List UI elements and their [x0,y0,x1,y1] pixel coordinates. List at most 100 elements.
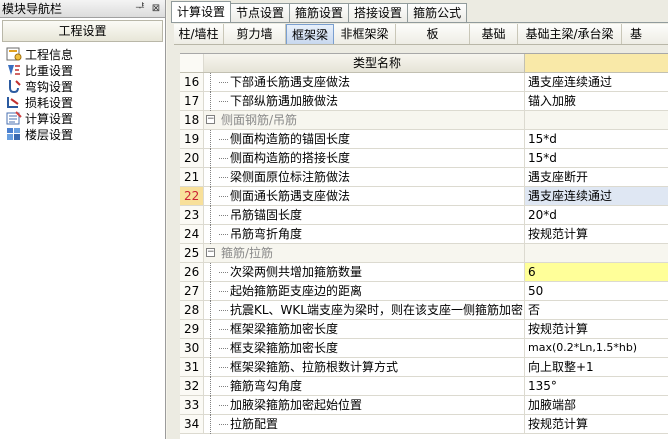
tree-line [204,149,218,168]
type-name-cell: 框架梁箍筋加密长度 [218,320,525,338]
row-number: 18 [180,111,204,129]
value-cell[interactable]: 向上取整+1 [525,358,668,376]
table-row[interactable]: 24 吊筋弯折角度 按规范计算 [180,225,668,244]
nav-item-calc[interactable]: 计算设置 [6,110,165,126]
tree-node-cell: − [204,244,218,262]
tree-line [204,396,218,415]
row-number: 22 [180,187,204,205]
value-cell[interactable]: 15*d [525,130,668,148]
collapse-icon[interactable]: − [206,115,215,124]
table-row[interactable]: 20 侧面构造筋的搭接长度 15*d [180,149,668,168]
value-cell[interactable]: 按规范计算 [525,415,668,433]
row-number: 32 [180,377,204,395]
table-row[interactable]: 31 框架梁箍筋、拉筋根数计算方式 向上取整+1 [180,358,668,377]
subtab-frame-beam[interactable]: 框架梁 [286,24,334,44]
table-row[interactable]: 19 侧面构造筋的锚固长度 15*d [180,130,668,149]
table-row[interactable]: 23 吊筋锚固长度 20*d [180,206,668,225]
pin-icon[interactable]: ᆤ [133,2,147,16]
value-cell[interactable]: 遇支座连续通过 [525,73,668,91]
table-row[interactable]: 17 下部纵筋遇加腋做法 锚入加腋 [180,92,668,111]
type-name-cell: 侧面构造筋的搭接长度 [218,149,525,167]
nav-panel-header: 模块导航栏 ᆤ ⊠ [0,0,165,18]
tab-strip-divider [171,22,668,23]
tab-stirrup-settings[interactable]: 箍筋设置 [289,3,350,22]
row-number: 28 [180,301,204,319]
tab-stirrup-formula[interactable]: 箍筋公式 [407,3,468,22]
tree-line [204,301,218,320]
table-row[interactable]: 16 下部通长筋遇支座做法 遇支座连续通过 [180,73,668,92]
tree-line [204,339,218,358]
type-name-cell: 拉筋配置 [218,415,525,433]
tab-calc-settings[interactable]: 计算设置 [171,1,232,22]
group-name-cell: 箍筋/拉筋 [218,244,525,262]
nav-item-label: 楼层设置 [25,127,74,142]
table-row[interactable]: 26 次梁两侧共增加箍筋数量 6 [180,263,668,282]
nav-item-floor[interactable]: 楼层设置 [6,126,165,142]
subtab-foundation-main-beam[interactable]: 基础主梁/承台梁 [518,24,622,44]
type-name-cell: 侧面通长筋遇支座做法 [218,187,525,205]
value-cell[interactable]: 135° [525,377,668,395]
table-row[interactable]: 29 框架梁箍筋加密长度 按规范计算 [180,320,668,339]
type-name-cell: 箍筋弯勾角度 [218,377,525,395]
table-row[interactable]: 27 起始箍筋距支座边的距离 50 [180,282,668,301]
value-cell[interactable]: 按规范计算 [525,320,668,338]
module-navigation-panel: 模块导航栏 ᆤ ⊠ 工程设置 工程信息 比重设置 弯钩设置 损耗设置 计算设置 … [0,0,166,439]
table-row[interactable]: 22 侧面通长筋遇支座做法 遇支座连续通过 [180,187,668,206]
subtab-non-frame-beam[interactable]: 非框架梁 [334,24,396,44]
subtab-shear-wall[interactable]: 剪力墙 [224,24,286,44]
nav-item-loss[interactable]: 损耗设置 [6,94,165,110]
nav-section-button[interactable]: 工程设置 [2,20,163,42]
value-cell[interactable]: max(0.2*Ln,1.5*hb) [525,339,668,357]
table-row[interactable]: 21 梁侧面原位标注筋做法 遇支座断开 [180,168,668,187]
tree-line [204,225,218,244]
type-name-cell: 框支梁箍筋加密长度 [218,339,525,357]
tree-node-cell: − [204,111,218,129]
row-number: 25 [180,244,204,262]
table-row[interactable]: 28 抗震KL、WKL端支座为梁时，则在该支座一侧箍筋加密否 [180,301,668,320]
calc-icon [6,111,22,125]
tab-node-settings[interactable]: 节点设置 [230,3,291,22]
nav-item-weight[interactable]: 比重设置 [6,62,165,78]
table-row[interactable]: 34 拉筋配置 按规范计算 [180,415,668,434]
row-number: 34 [180,415,204,433]
collapse-icon[interactable]: − [206,248,215,257]
nav-item-label: 损耗设置 [25,95,74,110]
column-header-type-name: 类型名称 [218,54,525,72]
table-row[interactable]: 30 框支梁箍筋加密长度 max(0.2*Ln,1.5*hb) [180,339,668,358]
subtab-slab[interactable]: 板 [396,24,470,44]
tree-line [204,377,218,396]
subtab-column-wallcolumn[interactable]: 柱/墙柱 [174,24,224,44]
value-cell[interactable]: 15*d [525,149,668,167]
nav-item-hook[interactable]: 弯钩设置 [6,78,165,94]
value-cell[interactable]: 加腋端部 [525,396,668,414]
subtab-foundation[interactable]: 基础 [470,24,518,44]
row-number: 33 [180,396,204,414]
close-icon[interactable]: ⊠ [149,2,163,16]
value-cell[interactable]: 6 [525,263,668,281]
table-row[interactable]: 33 加腋梁箍筋加密起始位置 加腋端部 [180,396,668,415]
grid-rows: 16 下部通长筋遇支座做法 遇支座连续通过 17 下部纵筋遇加腋做法 锚入加腋 18− 侧面钢… [180,73,668,434]
tree-line [204,187,218,206]
row-number: 30 [180,339,204,357]
value-cell[interactable]: 50 [525,282,668,300]
tree-line [204,206,218,225]
nav-item-project-info[interactable]: 工程信息 [6,46,165,62]
value-cell[interactable]: 20*d [525,206,668,224]
tab-lap-settings[interactable]: 搭接设置 [348,3,409,22]
value-cell[interactable]: 遇支座断开 [525,168,668,186]
table-row[interactable]: 32 箍筋弯勾角度 135° [180,377,668,396]
type-name-cell: 抗震KL、WKL端支座为梁时，则在该支座一侧箍筋加密 [218,301,525,319]
nav-item-label: 比重设置 [25,63,74,78]
component-subtab-bar: 柱/墙柱 剪力墙 框架梁 非框架梁 板 基础 基础主梁/承台梁 基 [174,24,668,45]
type-name-cell: 下部纵筋遇加腋做法 [218,92,525,110]
tree-line [204,282,218,301]
value-cell[interactable]: 锚入加腋 [525,92,668,110]
subtab-truncated[interactable]: 基 [622,24,668,44]
value-cell[interactable]: 按规范计算 [525,225,668,243]
group-row[interactable]: 18− 侧面钢筋/吊筋 [180,111,668,130]
type-name-cell: 下部通长筋遇支座做法 [218,73,525,91]
value-cell[interactable]: 遇支座连续通过 [525,187,668,205]
value-cell[interactable]: 否 [525,301,668,319]
settings-grid: 类型名称 16 下部通长筋遇支座做法 遇支座连续通过 17 下部纵筋遇加腋做法 锚入加腋 1… [180,53,668,439]
group-row[interactable]: 25− 箍筋/拉筋 [180,244,668,263]
